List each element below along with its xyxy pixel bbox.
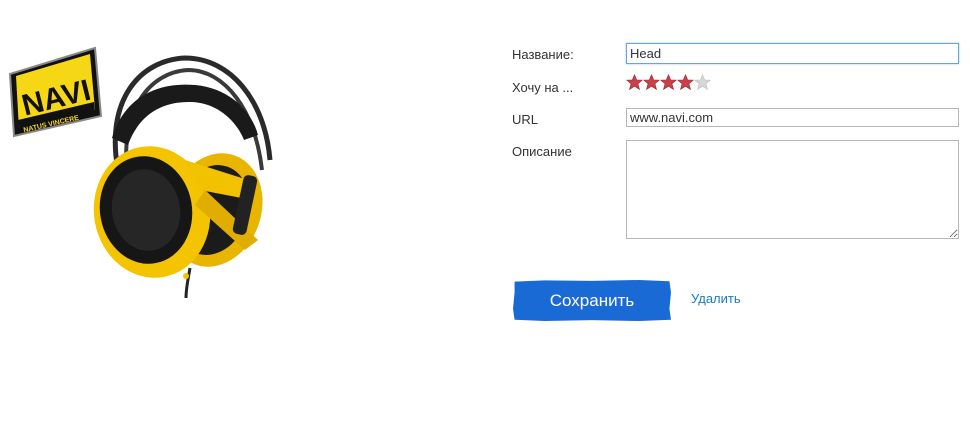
- name-label: Название:: [512, 47, 574, 62]
- name-input[interactable]: [626, 43, 959, 64]
- star-filled-icon[interactable]: [626, 74, 643, 91]
- description-textarea[interactable]: [626, 140, 959, 239]
- description-label: Описание: [512, 144, 572, 159]
- save-button[interactable]: Сохранить: [513, 280, 671, 321]
- star-filled-icon[interactable]: [660, 74, 677, 91]
- star-filled-icon[interactable]: [677, 74, 694, 91]
- rating-stars[interactable]: [626, 74, 711, 92]
- star-filled-icon[interactable]: [643, 74, 660, 91]
- url-label: URL: [512, 112, 539, 127]
- item-form: Название: Хочу на ... URL Описание Сохра…: [0, 0, 970, 424]
- delete-link[interactable]: Удалить: [691, 291, 741, 306]
- star-empty-icon[interactable]: [694, 74, 711, 91]
- want-label: Хочу на ...: [512, 80, 574, 95]
- url-input[interactable]: [626, 108, 959, 127]
